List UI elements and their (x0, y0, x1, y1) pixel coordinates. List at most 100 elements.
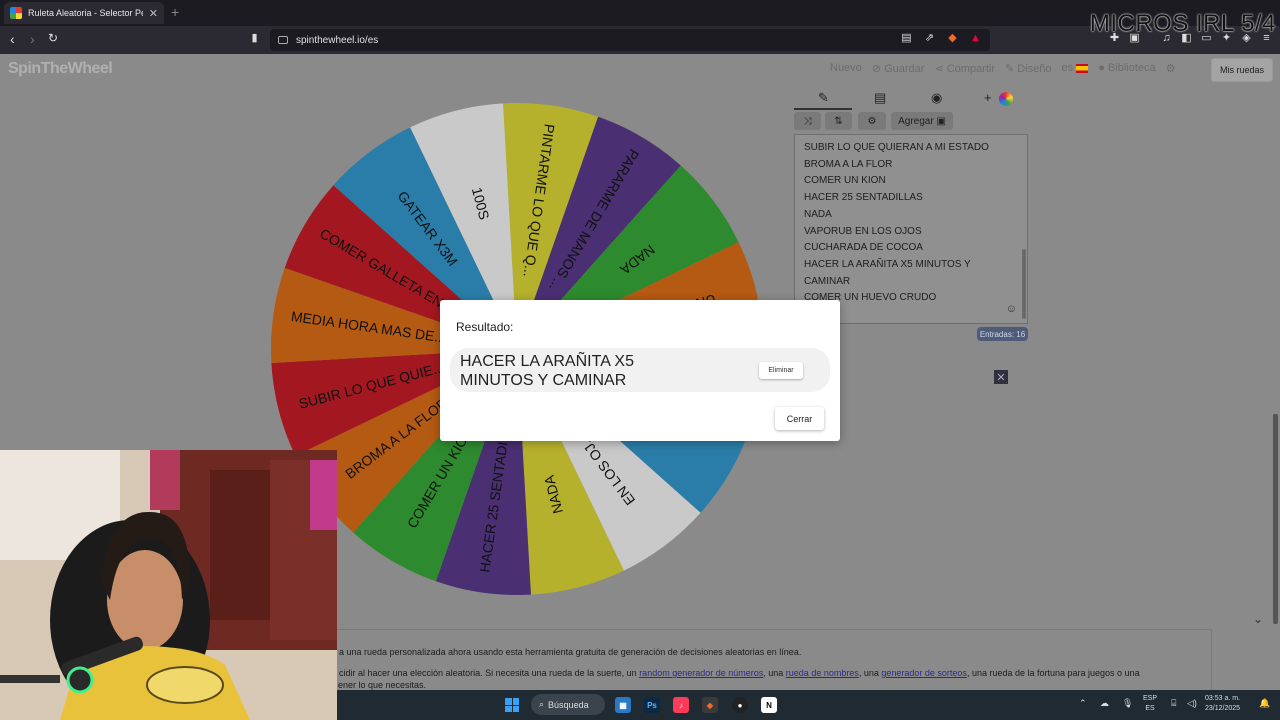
site-logo[interactable]: SpinTheWheel (8, 60, 113, 78)
hide-tab-eye-icon[interactable]: ◉ (931, 90, 942, 106)
close-ad-icon[interactable]: ✕ (994, 370, 1008, 384)
info-text-d: , una rueda de la fortuna para juegos o … (966, 668, 1140, 678)
site-info-icon[interactable] (278, 36, 288, 44)
entries-textarea[interactable]: SUBIR LO QUE QUIERAN A MI ESTADO BROMA A … (794, 134, 1028, 324)
editor-tabs: ✎ ▤ ◉ + (794, 88, 1028, 110)
entry-line: HACER 25 SENTADILLAS (804, 192, 923, 204)
brave-rewards-icon[interactable]: ▲ (969, 32, 982, 45)
entry-line: BROMA A LA FLOR (804, 158, 893, 170)
compartir-link[interactable]: ⋖ Compartir (934, 62, 995, 75)
mis-ruedas-button[interactable]: Mis ruedas (1211, 58, 1273, 82)
wheel-favicon-icon (10, 7, 22, 19)
forward-icon[interactable]: › (30, 31, 35, 47)
agregar-label: Agregar (898, 115, 934, 127)
taskbar-search[interactable]: ⌕ Búsqueda (531, 694, 605, 715)
browser-toolbar: ‹ › ↻ ▮ spinthewheel.io/es ▤ ⇗ ◆ ▲ ✚ ▣ ♫… (0, 26, 1280, 54)
notion-icon[interactable]: N (761, 697, 777, 713)
reader-icon[interactable]: ▤ (900, 32, 913, 45)
stream-overlay-text: MICROS IRL 5/4 (1089, 10, 1276, 37)
raffle-generator-link[interactable]: generador de sorteos (881, 668, 967, 678)
music-app-icon[interactable]: ♪ (673, 697, 689, 713)
reload-icon[interactable]: ↻ (48, 31, 58, 45)
result-dialog: Resultado: HACER LA ARAÑITA X5 MINUTOS Y… (440, 300, 840, 441)
back-icon[interactable]: ‹ (10, 31, 15, 47)
close-tab-icon[interactable]: ✕ (149, 7, 158, 20)
new-tab-button[interactable]: + (171, 4, 179, 20)
network-icon[interactable]: ⌸ (1171, 698, 1176, 709)
info-text-c: , una (858, 668, 882, 678)
guardar-label: Guardar (884, 63, 925, 75)
shuffle-button[interactable]: ⤨ (794, 112, 821, 130)
site-nav: Nuevo ⊘ Guardar ⋖ Compartir ✎ Diseño es … (830, 62, 1176, 75)
diseno-link[interactable]: ✎ Diseño (1005, 62, 1052, 75)
results-tab-clipboard-icon[interactable]: ▤ (874, 90, 886, 106)
sort-button[interactable]: ⇅ (825, 112, 852, 130)
photoshop-icon[interactable]: Ps (644, 697, 660, 713)
search-icon: ⌕ (539, 699, 545, 709)
lang-code-1: ESP (1143, 695, 1158, 702)
windows-start-icon[interactable] (505, 698, 519, 712)
bookmark-icon[interactable]: ▮ (248, 32, 261, 45)
add-color-plus-icon[interactable]: + (984, 90, 992, 105)
obs-icon[interactable]: ● (732, 697, 748, 713)
notification-bell-icon[interactable]: 🔔 (1259, 698, 1270, 709)
webcam-image (0, 450, 337, 720)
microphone-icon[interactable]: 🎙 (1122, 698, 1133, 709)
agregar-button[interactable]: Agregar ▣ (891, 112, 953, 130)
entry-line: VAPORUB EN LOS OJOS (804, 225, 922, 237)
url-text: spinthewheel.io/es (296, 34, 379, 46)
result-text: HACER LA ARAÑITA X5 MINUTOS Y CAMINAR (460, 352, 680, 390)
file-explorer-icon[interactable]: ▦ (615, 697, 631, 713)
scroll-down-icon[interactable]: ⌄ (1253, 612, 1263, 626)
entry-line: COMER UN KION (804, 175, 886, 187)
language-selector[interactable]: es (1062, 62, 1089, 75)
entry-line: SUBIR LO QUE QUIERAN A MI ESTADO (804, 142, 989, 153)
entry-line: NADA (804, 208, 832, 220)
volume-icon[interactable]: ◁) (1187, 698, 1197, 709)
active-tab-indicator (794, 108, 852, 110)
brave-shield-icon[interactable]: ◆ (946, 32, 959, 45)
nuevo-link[interactable]: Nuevo (830, 62, 862, 75)
info-line-1: a una rueda personalizada ahora usando e… (339, 647, 802, 657)
tab-strip: Ruleta Aleatoria - Selector Perso ✕ + (0, 0, 1280, 26)
entry-line: CUCHARADA DE COCOA (804, 242, 923, 254)
page-scrollbar[interactable] (1273, 414, 1278, 624)
clock-date: 23/12/2025 (1205, 705, 1241, 712)
info-line-2: cidir al hacer una elección aleatoria. S… (339, 663, 1211, 684)
spain-flag-icon (1076, 63, 1089, 73)
cerrar-button[interactable]: Cerrar (775, 407, 824, 430)
name-wheel-link[interactable]: rueda de nombres (786, 668, 859, 678)
edit-tab-pencil-icon[interactable]: ✎ (818, 90, 829, 106)
info-text-block: a una rueda personalizada ahora usando e… (336, 629, 1212, 690)
entries-count-badge: Entradas: 16 (977, 327, 1028, 341)
entries-scrollbar[interactable] (1022, 249, 1026, 319)
compartir-label: Compartir (946, 63, 996, 75)
brave-browser-icon[interactable]: ◆ (702, 697, 718, 713)
biblioteca-link[interactable]: ● Biblioteca (1098, 62, 1155, 75)
share-icon[interactable]: ⇗ (923, 32, 936, 45)
entry-line: CAMINAR (804, 275, 851, 287)
keyboard-language[interactable]: ESP ES (1143, 694, 1157, 714)
lang-label: es (1061, 62, 1074, 74)
address-bar[interactable]: spinthewheel.io/es (270, 29, 990, 51)
info-line-3: ener lo que necesitas. (338, 680, 427, 690)
guardar-link[interactable]: ⊘ Guardar (872, 62, 925, 75)
result-title: Resultado: (456, 320, 514, 334)
entries-list: SUBIR LO QUE QUIERAN A MI ESTADO BROMA A … (804, 140, 1018, 307)
browser-tab[interactable]: Ruleta Aleatoria - Selector Perso ✕ (4, 2, 164, 24)
onedrive-icon[interactable]: ☁ (1100, 698, 1109, 709)
tray-overflow-icon[interactable]: ⌃ (1079, 698, 1087, 709)
eliminar-button[interactable]: Eliminar (759, 362, 803, 379)
color-wheel-icon[interactable] (999, 92, 1013, 106)
emoji-icon[interactable]: ☺ (1006, 303, 1017, 315)
system-clock[interactable]: 03:53 a. m. 23/12/2025 (1205, 694, 1240, 714)
info-text-a: cidir al hacer una elección aleatoria. S… (339, 668, 640, 678)
settings-icon[interactable]: ⚙ (1166, 62, 1176, 75)
result-line-1: HACER LA ARAÑITA X5 (460, 353, 634, 370)
info-text-b: , una (763, 668, 786, 678)
tab-title: Ruleta Aleatoria - Selector Perso (28, 8, 143, 18)
clock-time: 03:53 a. m. (1205, 695, 1241, 702)
image-settings-button[interactable]: ⚙ (858, 112, 886, 130)
entry-line: HACER LA ARAÑITA X5 MINUTOS Y (804, 258, 971, 270)
random-number-link[interactable]: random generador de números (639, 668, 763, 678)
